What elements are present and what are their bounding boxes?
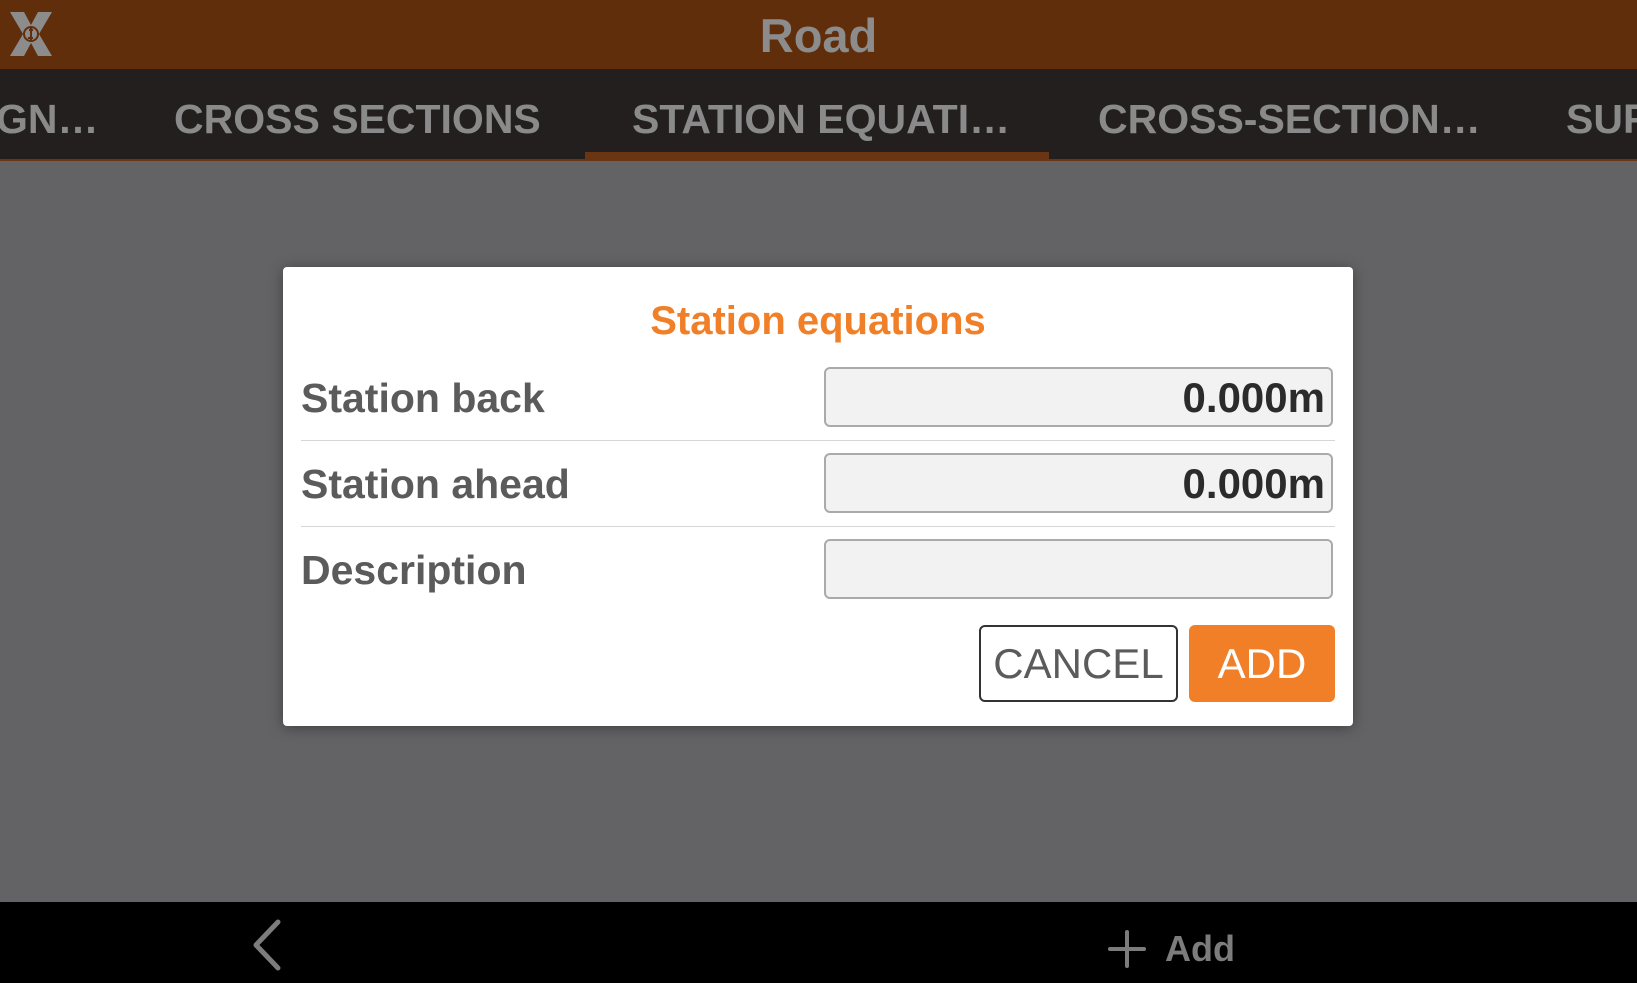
active-tab-indicator [585,152,1049,159]
tab-surfaces[interactable]: SUF [1566,69,1637,159]
tab-cross-sections[interactable]: CROSS SECTIONS [174,69,541,159]
tab-design[interactable]: GN… [0,69,99,159]
description-field[interactable] [824,539,1333,599]
tab-cross-section-templates[interactable]: CROSS-SECTION… [1098,69,1481,159]
station-ahead-label: Station ahead [301,461,570,507]
add-action-button[interactable]: Add [1107,928,1235,970]
tab-bar: GN… CROSS SECTIONS STATION EQUATI… CROSS… [0,69,1637,161]
station-ahead-field[interactable]: 0.000m [824,453,1333,513]
station-back-field[interactable]: 0.000m [824,367,1333,427]
tab-station-equations[interactable]: STATION EQUATI… [632,69,1010,159]
dialog-title: Station equations [650,299,986,343]
cancel-button[interactable]: CANCEL [979,625,1178,702]
add-button[interactable]: ADD [1189,625,1335,702]
station-back-label: Station back [301,375,545,421]
station-equations-dialog: Station equations Station back 0.000m St… [283,267,1353,726]
row-divider [301,526,1335,527]
add-action-label: Add [1165,928,1235,969]
plus-icon [1108,930,1146,968]
page-title: Road [759,9,878,62]
bottom-bar [0,902,1637,983]
row-divider [301,440,1335,441]
chevron-left-icon[interactable] [248,918,288,972]
title-bar: Road [0,0,1637,69]
description-label: Description [301,547,527,593]
